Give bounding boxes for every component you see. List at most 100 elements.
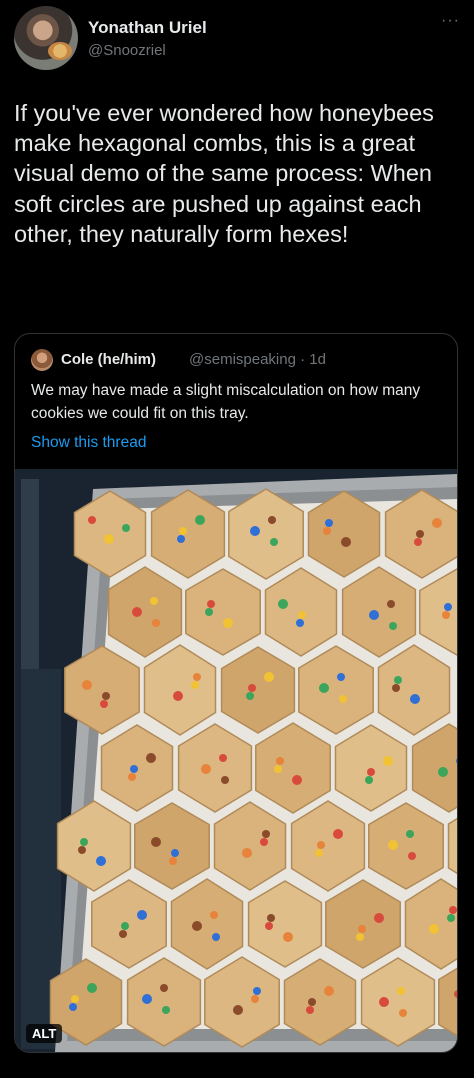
quote-author-display-name[interactable]: Cole (he/him) bbox=[61, 351, 156, 368]
candy-piece bbox=[195, 515, 205, 525]
candy-piece bbox=[171, 849, 179, 857]
candy-piece bbox=[356, 933, 364, 941]
candy-piece bbox=[408, 852, 416, 860]
candy-piece bbox=[251, 995, 259, 1003]
candy-piece bbox=[325, 519, 333, 527]
author-handle[interactable]: @Snoozriel bbox=[88, 42, 166, 59]
candy-piece bbox=[260, 838, 268, 846]
candy-piece bbox=[201, 764, 211, 774]
candy-piece bbox=[242, 848, 252, 858]
candy-piece bbox=[315, 849, 323, 857]
candy-piece bbox=[339, 695, 347, 703]
candy-piece bbox=[205, 608, 213, 616]
candy-piece bbox=[406, 830, 414, 838]
candy-piece bbox=[298, 611, 306, 619]
candy-piece bbox=[207, 600, 215, 608]
candy-piece bbox=[142, 994, 152, 1004]
candy-piece bbox=[367, 768, 375, 776]
alt-text-badge[interactable]: ALT bbox=[26, 1024, 63, 1043]
candy-piece bbox=[246, 692, 254, 700]
candy-piece bbox=[192, 921, 202, 931]
candy-piece bbox=[374, 913, 384, 923]
candy-piece bbox=[212, 933, 220, 941]
more-options-icon[interactable]: ··· bbox=[441, 12, 460, 30]
candy-piece bbox=[296, 619, 304, 627]
candy-piece bbox=[432, 518, 442, 528]
candy-piece bbox=[449, 906, 457, 914]
candy-piece bbox=[80, 838, 88, 846]
candy-piece bbox=[389, 622, 397, 630]
candy-piece bbox=[250, 526, 260, 536]
candy-piece bbox=[96, 856, 106, 866]
candy-piece bbox=[119, 930, 127, 938]
candy-piece bbox=[388, 840, 398, 850]
candy-piece bbox=[160, 984, 168, 992]
candy-piece bbox=[379, 997, 389, 1007]
candy-piece bbox=[162, 1006, 170, 1014]
candy-piece bbox=[278, 599, 288, 609]
candy-piece bbox=[319, 683, 329, 693]
candy-piece bbox=[292, 775, 302, 785]
candy-piece bbox=[71, 995, 79, 1003]
show-thread-link[interactable]: Show this thread bbox=[31, 434, 146, 452]
candy-piece bbox=[137, 910, 147, 920]
author-display-name[interactable]: Yonathan Uriel bbox=[88, 18, 207, 38]
tweet-header: Yonathan Uriel @Snoozriel ··· bbox=[14, 6, 460, 76]
candy-piece bbox=[169, 857, 177, 865]
candy-piece bbox=[358, 925, 366, 933]
candy-piece bbox=[442, 611, 450, 619]
candy-piece bbox=[264, 672, 274, 682]
candy-piece bbox=[333, 829, 343, 839]
candy-piece bbox=[262, 830, 270, 838]
candy-piece bbox=[387, 600, 395, 608]
candy-piece bbox=[410, 694, 420, 704]
candy-piece bbox=[337, 673, 345, 681]
candy-piece bbox=[128, 773, 136, 781]
candy-piece bbox=[221, 776, 229, 784]
candy-piece bbox=[122, 524, 130, 532]
candy-piece bbox=[429, 924, 439, 934]
candy-piece bbox=[130, 765, 138, 773]
cookie-tray-illustration bbox=[15, 469, 457, 1052]
candy-piece bbox=[276, 757, 284, 765]
candy-piece bbox=[369, 610, 379, 620]
candy-piece bbox=[233, 1005, 243, 1015]
candy-piece bbox=[365, 776, 373, 784]
candy-piece bbox=[191, 681, 199, 689]
quote-author-avatar[interactable] bbox=[31, 349, 53, 371]
candy-piece bbox=[219, 754, 227, 762]
candy-piece bbox=[82, 680, 92, 690]
candy-piece bbox=[392, 684, 400, 692]
candy-piece bbox=[173, 691, 183, 701]
candy-piece bbox=[317, 841, 325, 849]
candy-piece bbox=[438, 767, 448, 777]
candy-piece bbox=[414, 538, 422, 546]
candy-piece bbox=[69, 1003, 77, 1011]
candy-piece bbox=[121, 922, 129, 930]
candy-piece bbox=[223, 618, 233, 628]
quoted-tweet[interactable]: Cole (he/him) @semispeaking · 1d We may … bbox=[14, 333, 458, 1053]
quote-text: We may have made a slight miscalculation… bbox=[31, 382, 421, 422]
author-avatar[interactable] bbox=[14, 6, 78, 70]
quote-media-photo[interactable]: ALT bbox=[15, 469, 457, 1052]
candy-piece bbox=[88, 516, 96, 524]
candy-piece bbox=[132, 607, 142, 617]
tweet-text: If you've ever wondered how honeybees ma… bbox=[14, 100, 434, 247]
candy-piece bbox=[308, 998, 316, 1006]
candy-piece bbox=[248, 684, 256, 692]
candy-piece bbox=[341, 537, 351, 547]
candy-piece bbox=[177, 535, 185, 543]
candy-piece bbox=[78, 846, 86, 854]
candy-piece bbox=[399, 1009, 407, 1017]
candy-piece bbox=[270, 538, 278, 546]
quote-author-handle-time[interactable]: @semispeaking · 1d bbox=[189, 351, 326, 368]
candy-piece bbox=[444, 603, 452, 611]
candy-piece bbox=[87, 983, 97, 993]
candy-piece bbox=[447, 914, 455, 922]
candy-piece bbox=[146, 753, 156, 763]
candy-piece bbox=[397, 987, 405, 995]
candy-piece bbox=[416, 530, 424, 538]
candy-piece bbox=[283, 932, 293, 942]
candy-piece bbox=[265, 922, 273, 930]
candy-piece bbox=[306, 1006, 314, 1014]
